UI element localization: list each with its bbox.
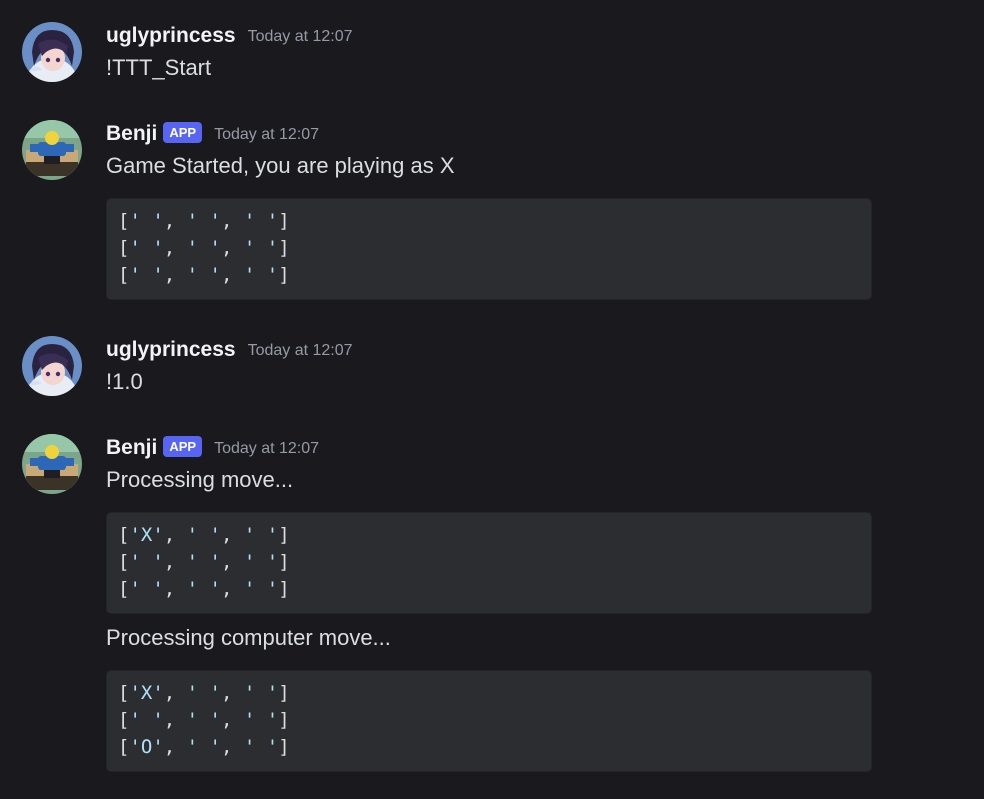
code-block: [' ', ' ', ' '] [' ', ' ', ' '] [' ', ' …	[106, 198, 872, 300]
app-badge: APP	[163, 435, 203, 457]
board-row: [' ', ' ', ' ']	[118, 237, 290, 259]
ugly-princess-avatar-icon[interactable]	[22, 22, 82, 82]
board-row: ['O', ' ', ' ']	[118, 736, 290, 758]
message-timestamp[interactable]: Today at 12:07	[214, 440, 319, 458]
board-row: [' ', ' ', ' ']	[118, 709, 290, 731]
ugly-princess-avatar-icon[interactable]	[22, 336, 82, 396]
message-header: uglyprincess Today at 12:07	[106, 337, 353, 363]
code-block: ['X', ' ', ' '] [' ', ' ', ' '] [' ', ' …	[106, 512, 872, 614]
board-row: ['X', ' ', ' ']	[118, 682, 290, 704]
app-badge: APP	[163, 121, 203, 143]
author-name[interactable]: Benji	[106, 122, 157, 146]
message-timestamp[interactable]: Today at 12:07	[214, 126, 319, 144]
board-row: [' ', ' ', ' ']	[118, 210, 290, 232]
board-row: [' ', ' ', ' ']	[118, 264, 290, 286]
author-name[interactable]: uglyprincess	[106, 338, 236, 362]
message-header: uglyprincess Today at 12:07	[106, 23, 353, 49]
benji-avatar-icon[interactable]	[22, 434, 82, 494]
message-text: Game Started, you are playing as X	[106, 153, 455, 178]
board-row: [' ', ' ', ' ']	[118, 551, 290, 573]
message-timestamp[interactable]: Today at 12:07	[248, 28, 353, 46]
author-name[interactable]: Benji	[106, 436, 157, 460]
board-row: [' ', ' ', ' ']	[118, 578, 290, 600]
message-text: Processing computer move...	[106, 625, 391, 650]
message-timestamp[interactable]: Today at 12:07	[248, 342, 353, 360]
message-text: !1.0	[106, 369, 143, 394]
author-name[interactable]: uglyprincess	[106, 24, 236, 48]
board-row: ['X', ' ', ' ']	[118, 524, 290, 546]
benji-avatar-icon[interactable]	[22, 120, 82, 180]
message-header: Benji APP Today at 12:07	[106, 121, 319, 147]
message-header: Benji APP Today at 12:07	[106, 435, 319, 461]
message-text: !TTT_Start	[106, 55, 212, 80]
code-block: ['X', ' ', ' '] [' ', ' ', ' '] ['O', ' …	[106, 670, 872, 772]
message-text: Processing move...	[106, 467, 294, 492]
